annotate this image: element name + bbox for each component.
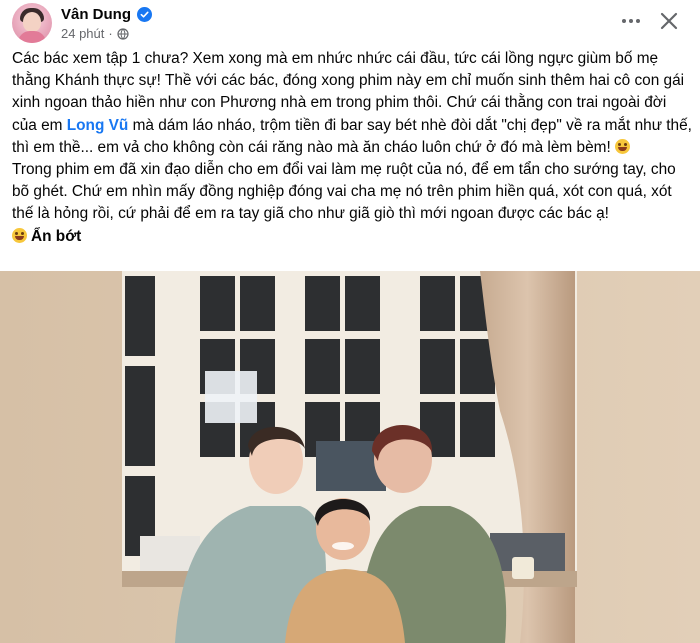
globe-icon[interactable] [117,27,129,40]
verified-badge-icon [137,6,152,22]
laughing-emoji-icon [12,227,27,243]
post-paragraph-1: Các bác xem tập 1 chưa? Xem xong mà em n… [12,48,692,159]
post-text: Các bác xem tập 1 chưa? Xem xong mà em n… [12,48,692,248]
more-options-button[interactable] [613,6,649,36]
author-avatar[interactable] [12,3,52,43]
post-photo[interactable] [0,271,700,643]
meta-separator: · [108,26,113,41]
post-meta: 24 phút · [61,26,129,41]
post-timestamp[interactable]: 24 phút [61,26,104,41]
close-button[interactable] [654,6,684,36]
more-dot [622,19,626,23]
author-name[interactable]: Vân Dung [61,6,131,23]
post-paragraph-2: Trong phim em đã xin đạo diễn cho em đổi… [12,159,692,226]
author-name-row: Vân Dung [61,5,152,23]
post-paragraph-3: Ẩn bớt [12,226,692,248]
post-header: Vân Dung 24 phút · [0,0,700,46]
avatar-dress [18,31,46,43]
more-dot [636,19,640,23]
post-text-paragraph2: Trong phim em đã xin đạo diễn cho em đổi… [12,161,676,223]
mention-link[interactable]: Long Vũ [67,117,129,134]
avatar-face [23,12,41,32]
laughing-emoji-icon [615,138,631,154]
close-icon [660,12,678,30]
more-dot [629,19,633,23]
family-photo-illustration [0,271,700,643]
see-less-link[interactable]: Ẩn bớt [31,228,81,245]
